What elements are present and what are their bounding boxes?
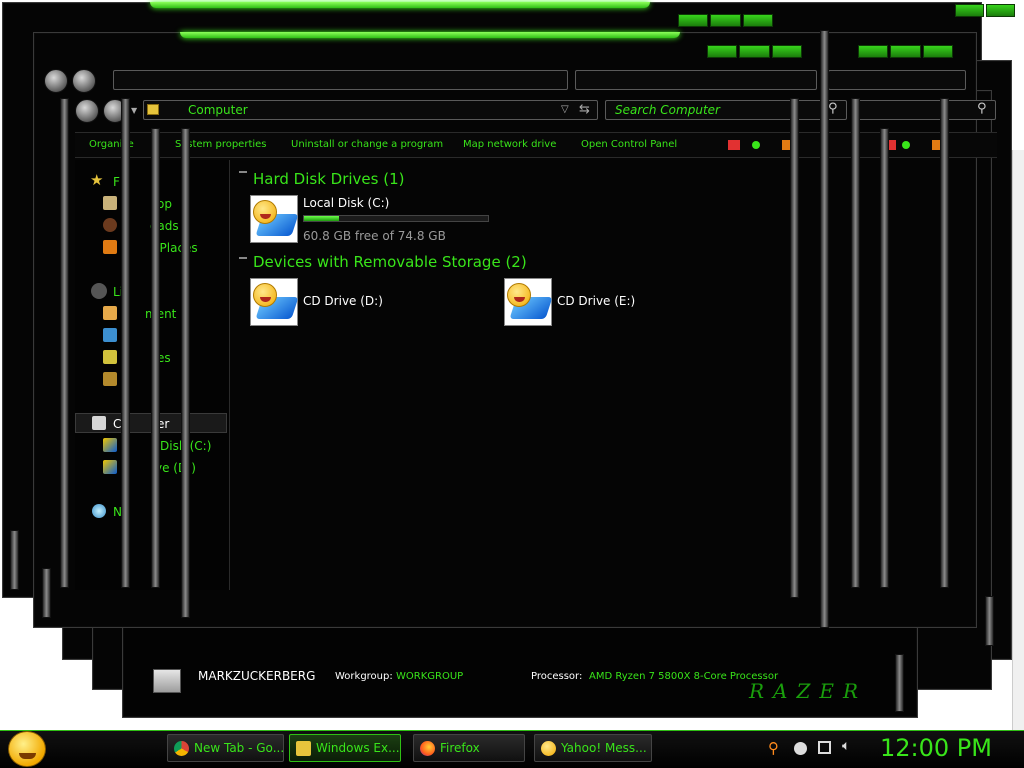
yahoo-messenger-icon (541, 740, 556, 756)
group-removable-storage[interactable]: Devices with Removable Storage (2) (253, 253, 527, 271)
taskbar-chrome[interactable]: New Tab - Go... (167, 734, 284, 762)
taskbar-firefox[interactable]: Firefox (413, 734, 525, 762)
clock[interactable]: 12:00 PM (880, 734, 992, 762)
sidebar-favorites[interactable]: F (113, 175, 120, 189)
open-control-panel-button[interactable]: Open Control Panel (581, 139, 677, 150)
taskbar-yahoo-label: Yahoo! Mess... (561, 741, 647, 755)
local-disk-icon[interactable] (250, 195, 299, 243)
back-button-echo (44, 69, 68, 93)
chrome-icon (174, 740, 189, 756)
help-icon[interactable] (782, 140, 790, 150)
caption-buttons[interactable] (707, 45, 802, 58)
desktop-icon (103, 196, 117, 210)
cd-drive-d-icon[interactable] (250, 278, 299, 326)
local-disk-small-icon (103, 438, 117, 452)
tray-minus-icon[interactable] (794, 742, 807, 755)
taskbar-explorer-label: Windows Ex... (316, 741, 400, 755)
taskbar-firefox-label: Firefox (440, 741, 480, 755)
uninstall-program-button[interactable]: Uninstall or change a program (291, 139, 443, 150)
pillar-2 (121, 98, 130, 588)
desktop-scrollbar[interactable] (1012, 150, 1024, 730)
search-input[interactable]: Search Computer ⚲ (605, 100, 847, 120)
computer-name: MARKZUCKERBERG (198, 669, 316, 683)
forward-button-echo (72, 69, 96, 93)
caption-buttons-alt[interactable] (858, 45, 953, 58)
explorer-title-glow (180, 32, 680, 38)
search-icon[interactable]: ⚲ (828, 101, 838, 116)
workgroup-label: Workgroup: (335, 671, 393, 682)
taskbar-chrome-label: New Tab - Go... (194, 741, 284, 755)
local-disk-name[interactable]: Local Disk (C:) (303, 196, 389, 210)
local-disk-free-space: 60.8 GB free of 74.8 GB (303, 229, 446, 243)
network-icon (92, 504, 106, 518)
cd-drive-d-label[interactable]: CD Drive (D:) (303, 294, 383, 308)
favorites-star-icon: ★ (90, 171, 104, 189)
pillar-5 (790, 98, 799, 598)
local-disk-usage-bar (303, 215, 489, 222)
network-tray-icon[interactable] (818, 741, 831, 754)
recent-places-icon (103, 240, 117, 254)
documents-icon (103, 306, 117, 320)
explorer-icon (296, 740, 311, 756)
dropdown-icon[interactable]: ▽ (561, 104, 569, 115)
cd-drive-e-icon[interactable] (504, 278, 553, 326)
view-icon[interactable] (728, 140, 740, 150)
workgroup-value: WORKGROUP (396, 671, 464, 682)
pillar-13 (985, 596, 994, 646)
pillar-1 (60, 98, 69, 588)
libraries-icon (91, 283, 107, 299)
pictures-icon (103, 350, 117, 364)
search-tray-icon[interactable]: ⚲ (768, 739, 779, 757)
music-icon (103, 328, 117, 342)
search-input-echo: ⚲ (858, 100, 996, 120)
start-button[interactable] (8, 731, 46, 767)
help-icon-echo (932, 140, 940, 150)
group-hard-disk-drives[interactable]: Hard Disk Drives (1) (253, 170, 404, 188)
echo-window-back-glow (150, 2, 650, 8)
pillar-11 (42, 568, 51, 618)
pillar-8 (880, 128, 889, 588)
chevron-down-icon[interactable]: ▼ (131, 106, 137, 115)
start-smile-icon (19, 753, 36, 759)
refresh-icon[interactable]: ⇆ (579, 102, 590, 117)
pillar-6 (820, 30, 829, 628)
pillar-4 (181, 128, 190, 618)
map-network-drive-button[interactable]: Map network drive (463, 139, 556, 150)
processor-label: Processor: (531, 671, 583, 682)
taskbar-yahoo-messenger[interactable]: Yahoo! Mess... (534, 734, 652, 762)
computer-small-icon (92, 416, 106, 430)
pillar-12 (895, 654, 904, 712)
local-disk-usage-fill (304, 216, 339, 221)
collapse-icon-removable[interactable] (239, 257, 247, 259)
search-icon-echo: ⚲ (977, 101, 987, 116)
downloads-icon (103, 218, 117, 232)
pillar-9 (940, 98, 949, 588)
address-bar[interactable]: Computer ▽ ⇆ (143, 100, 598, 120)
firefox-icon (420, 740, 435, 756)
volume-icon[interactable]: 🔈︎ (842, 738, 850, 754)
address-bar-echo (113, 70, 568, 90)
pillar-7 (851, 98, 860, 588)
cd-drive-small-icon (103, 460, 117, 474)
pillar-3 (151, 128, 160, 588)
address-text: Computer (188, 103, 248, 117)
collapse-icon-hdd[interactable] (239, 171, 247, 173)
pillar-10 (10, 530, 19, 590)
taskbar-windows-explorer[interactable]: Windows Ex... (289, 734, 401, 762)
sidebar-documents[interactable]: ment (145, 307, 176, 321)
cd-drive-e-label[interactable]: CD Drive (E:) (557, 294, 635, 308)
folder-icon (147, 104, 159, 115)
search-bar-echo-2 (828, 70, 966, 90)
details-pane: MARKZUCKERBERG Workgroup: WORKGROUP Proc… (122, 620, 918, 718)
back-button[interactable] (75, 99, 99, 123)
echo-caption-buttons (678, 14, 773, 27)
search-placeholder: Search Computer (615, 103, 720, 117)
computer-icon (153, 669, 181, 693)
razer-logo: RAZER (749, 679, 868, 703)
videos-icon (103, 372, 117, 386)
echo-caption-buttons-2 (955, 4, 1015, 17)
pane-icon[interactable] (752, 141, 760, 149)
pane-icon-echo (902, 141, 910, 149)
search-bar-echo (575, 70, 817, 90)
